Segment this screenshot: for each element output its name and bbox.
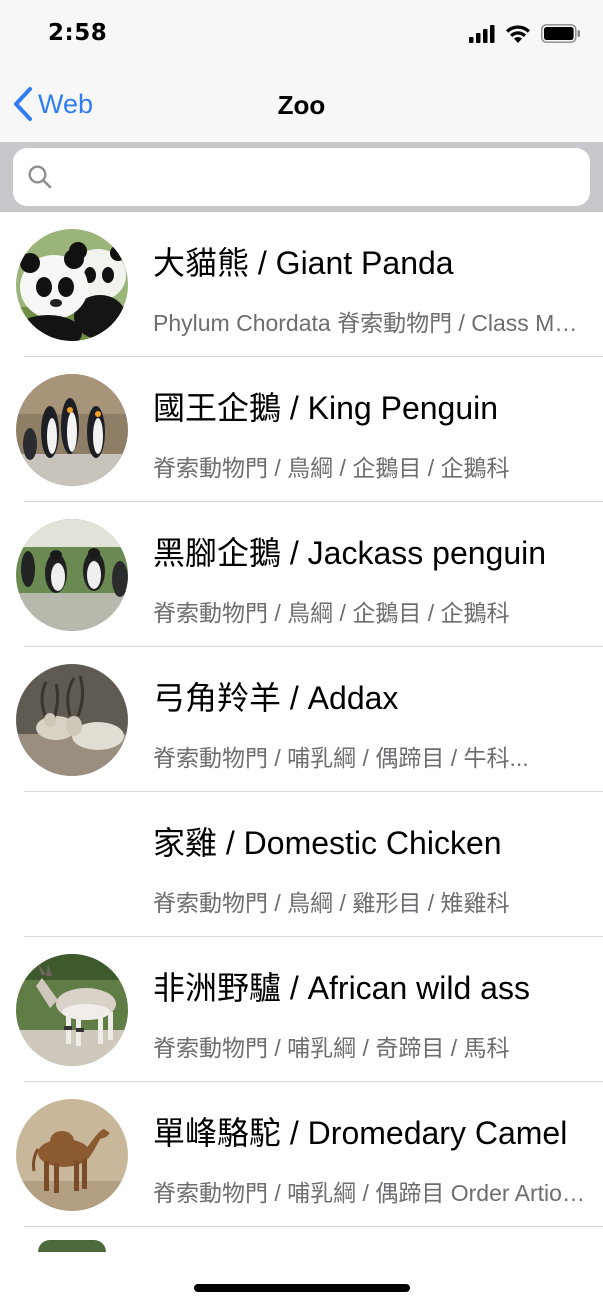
list-item-title: 大貓熊 / Giant Panda: [153, 245, 454, 281]
list-item-subtitle: 脊索動物門 / 鳥綱 / 企鵝目 / 企鵝科: [153, 600, 510, 626]
list-item-title: 黑腳企鵝 / Jackass penguin: [153, 535, 547, 571]
list-item-subtitle: Phylum Chordata 脊索動物門 / Class Mammalia: [153, 310, 585, 336]
row-divider: [24, 1226, 603, 1227]
list-item[interactable]: 弓角羚羊 / Addax 脊索動物門 / 哺乳綱 / 偶蹄目 / 牛科...: [0, 647, 603, 792]
king-penguin-thumbnail: [16, 374, 128, 486]
giant-panda-thumbnail: [16, 229, 128, 341]
status-icons: [469, 24, 581, 43]
status-bar: 2:58: [0, 0, 603, 70]
list-item-title: 非洲野驢 / African wild ass: [153, 970, 530, 1006]
list-item-title: 國王企鵝 / King Penguin: [153, 390, 499, 426]
list-item-subtitle: 脊索動物門 / 鳥綱 / 企鵝目 / 企鵝科: [153, 455, 510, 481]
animal-list: 大貓熊 / Giant Panda Phylum Chordata 脊索動物門 …: [0, 212, 603, 1227]
list-item-subtitle: 脊索動物門 / 哺乳綱 / 偶蹄目 / 牛科...: [153, 745, 529, 771]
search-input[interactable]: [13, 148, 590, 206]
list-item-subtitle: 脊索動物門 / 哺乳綱 / 偶蹄目 Order Artiodactyla: [153, 1180, 585, 1206]
list-item-title: 單峰駱駝 / Dromedary Camel: [153, 1115, 568, 1151]
list-item[interactable]: 國王企鵝 / King Penguin 脊索動物門 / 鳥綱 / 企鵝目 / 企…: [0, 357, 603, 502]
list-item[interactable]: 黑腳企鵝 / Jackass penguin 脊索動物門 / 鳥綱 / 企鵝目 …: [0, 502, 603, 647]
cellular-signal-icon: [469, 24, 495, 43]
list-item[interactable]: 單峰駱駝 / Dromedary Camel 脊索動物門 / 哺乳綱 / 偶蹄目…: [0, 1082, 603, 1227]
list-item-subtitle: 脊索動物門 / 哺乳綱 / 奇蹄目 / 馬科: [153, 1035, 510, 1061]
home-indicator[interactable]: [194, 1284, 410, 1292]
list-item-subtitle: 脊索動物門 / 鳥綱 / 雞形目 / 雉雞科: [153, 890, 510, 916]
bottom-safe-area: [0, 1252, 603, 1304]
african-wild-ass-thumbnail: [16, 954, 128, 1066]
page-title: Zoo: [277, 90, 326, 120]
list-item-title: 家雞 / Domestic Chicken: [153, 825, 502, 861]
search-icon: [28, 165, 52, 189]
navigation-bar: Web Zoo: [0, 70, 603, 142]
list-item[interactable]: 家雞 / Domestic Chicken 脊索動物門 / 鳥綱 / 雞形目 /…: [0, 792, 603, 937]
jackass-penguin-thumbnail: [16, 519, 128, 631]
list-item[interactable]: 大貓熊 / Giant Panda Phylum Chordata 脊索動物門 …: [0, 212, 603, 357]
search-bar: [0, 142, 603, 212]
wifi-icon: [506, 25, 530, 43]
list-item[interactable]: 非洲野驢 / African wild ass 脊索動物門 / 哺乳綱 / 奇蹄…: [0, 937, 603, 1082]
addax-thumbnail: [16, 664, 128, 776]
list-item-title: 弓角羚羊 / Addax: [153, 680, 399, 716]
battery-icon: [541, 24, 580, 43]
status-time: 2:58: [48, 20, 108, 46]
next-item-thumbnail-partial: [38, 1240, 106, 1252]
dromedary-camel-thumbnail: [16, 1099, 128, 1211]
